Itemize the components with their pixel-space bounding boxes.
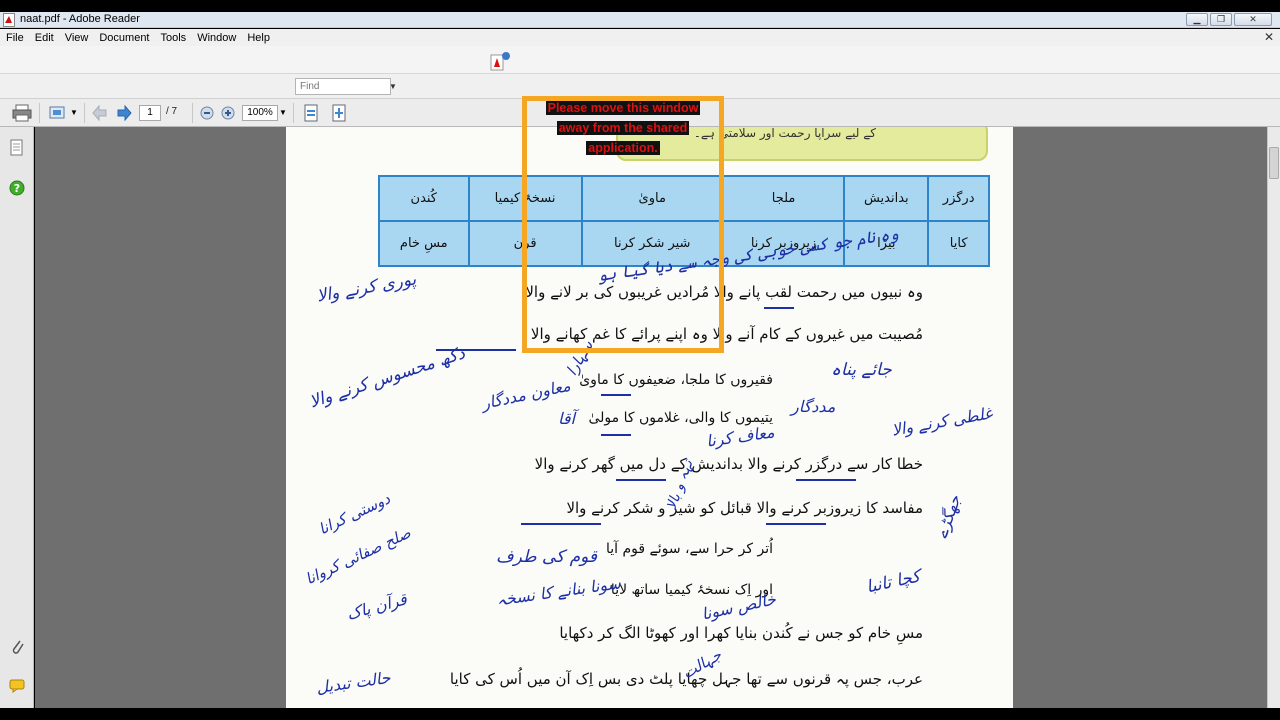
warning-line: application.: [586, 141, 660, 155]
table-header: کُندن: [378, 175, 470, 222]
table-header: ملجا: [721, 175, 846, 222]
zoom-level-input[interactable]: 100%: [242, 105, 278, 121]
annotation: معاف کرنا: [705, 422, 776, 451]
pdf-file-icon: [3, 13, 15, 27]
create-pdf-icon[interactable]: [490, 51, 512, 71]
underline-mark: [601, 394, 631, 396]
menu-window[interactable]: Window: [197, 32, 236, 44]
verse-line: مسِ خام کو جس نے کُندن بنایا کھرا اور کھ…: [559, 624, 923, 642]
annotation: آقا: [558, 409, 575, 428]
underline-mark: [766, 523, 826, 525]
shared-window-warning: Please move this window away from the sh…: [530, 98, 716, 158]
underline-mark: [521, 523, 601, 525]
restore-button[interactable]: ❐: [1210, 13, 1232, 26]
underline-mark: [616, 479, 666, 481]
find-input[interactable]: Find: [295, 78, 391, 95]
scrollbar-thumb[interactable]: [1269, 147, 1279, 179]
screen: naat.pdf - Adobe Reader ▁ ❐ ✕ File Edit …: [0, 0, 1280, 720]
annotation: قوم کی طرف: [496, 547, 598, 567]
close-button[interactable]: ✕: [1234, 13, 1272, 26]
pages-icon[interactable]: [9, 139, 25, 157]
warning-line: Please move this window: [545, 101, 701, 115]
underline-mark: [796, 479, 856, 481]
menu-edit[interactable]: Edit: [35, 32, 54, 44]
table-header: بداندیش: [843, 175, 930, 222]
zoom-dropdown-icon[interactable]: ▼: [279, 108, 287, 117]
page-total: / 7: [166, 106, 178, 117]
menu-tools[interactable]: Tools: [161, 32, 187, 44]
window-title: naat.pdf - Adobe Reader: [20, 13, 140, 25]
annotation: غلطی کرنے والا: [890, 403, 994, 440]
annotation: قرآن پاک: [344, 589, 409, 624]
verse-line: فقیروں کا ملجا، ضعیفوں کا ماویٰ: [579, 372, 773, 388]
annotation: حالت تبدیل: [315, 667, 392, 698]
zoom-out-icon[interactable]: [200, 106, 214, 120]
annotation: کچا تانبا: [864, 566, 923, 598]
annotation: مددگار: [791, 397, 836, 416]
fit-page-icon[interactable]: [303, 104, 319, 122]
toolbar-top: [0, 46, 1280, 74]
annotation: دکھ محسوس کرنے والا: [307, 343, 468, 413]
attachments-icon[interactable]: [9, 637, 25, 655]
annotation: جائے پناہ: [831, 360, 892, 380]
annotation: سونا بنانے کا نسخہ: [495, 573, 622, 610]
share-icon[interactable]: [48, 104, 70, 122]
annotation: جھگڑے: [931, 492, 965, 541]
annotation: معاون مددگار: [480, 375, 573, 414]
menu-help[interactable]: Help: [247, 32, 270, 44]
annotation: صلح صفائی کروانا: [302, 523, 414, 589]
print-icon[interactable]: [12, 104, 32, 122]
navigation-panel: ?: [0, 127, 34, 708]
document-close-icon[interactable]: ✕: [1264, 30, 1274, 44]
previous-page-icon[interactable]: [92, 105, 108, 121]
page-number-input[interactable]: 1: [139, 105, 161, 121]
menu-document[interactable]: Document: [99, 32, 149, 44]
warning-line: away from the shared: [556, 121, 690, 135]
verse-line: خطا کار سے درگزر کرنے والا بداندیش کے دل…: [534, 455, 923, 473]
annotation: دوستی کرانا: [315, 489, 393, 539]
verse-line: مفاسد کا زیروزبر کرنے والا قبائل کو شیر …: [566, 499, 923, 517]
annotation: پوری کرنے والا: [315, 269, 418, 307]
share-dropdown-icon[interactable]: ▼: [70, 108, 78, 117]
table-cell: کایا: [927, 220, 990, 267]
menu-view[interactable]: View: [65, 32, 89, 44]
vertical-scrollbar[interactable]: [1267, 127, 1280, 708]
svg-text:?: ?: [14, 182, 20, 195]
comments-icon[interactable]: [9, 679, 25, 693]
minimize-button[interactable]: ▁: [1186, 13, 1208, 26]
help-icon[interactable]: ?: [9, 180, 25, 196]
underline-mark: [601, 434, 631, 436]
find-dropdown-icon[interactable]: ▼: [389, 82, 397, 91]
zoom-in-icon[interactable]: [221, 106, 235, 120]
verse-line: اُتر کر حرا سے، سوئے قوم آیا: [605, 541, 773, 557]
table-cell: مسِ خام: [378, 220, 470, 267]
title-bar: naat.pdf - Adobe Reader ▁ ❐ ✕: [0, 12, 1280, 28]
next-page-icon[interactable]: [116, 105, 132, 121]
table-header: درگزر: [927, 175, 990, 222]
menu-bar: File Edit View Document Tools Window Hel…: [0, 29, 1280, 46]
underline-mark: [764, 307, 794, 309]
full-screen-icon[interactable]: [331, 104, 347, 122]
menu-file[interactable]: File: [6, 32, 24, 44]
verse-line: یتیموں کا والی، غلاموں کا مولیٰ: [588, 410, 773, 426]
